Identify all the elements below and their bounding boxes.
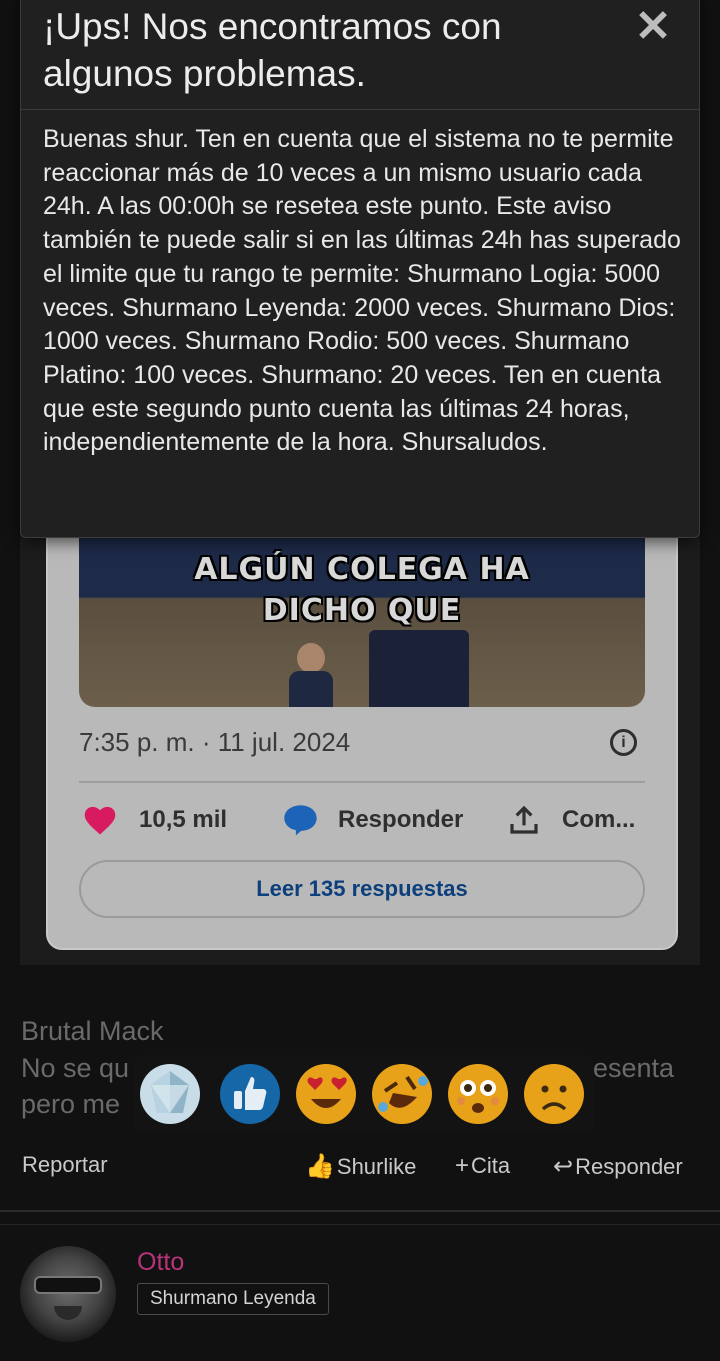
user-rank-badge: Shurmano Leyenda xyxy=(137,1283,329,1315)
dialog-message: Buenas shur. Ten en cuenta que el sistem… xyxy=(43,125,681,457)
plus-icon: + xyxy=(455,1152,470,1179)
quote-label: Cita xyxy=(471,1153,511,1178)
error-dialog: ¡Ups! Nos encontramos con algunos proble… xyxy=(20,0,700,538)
rofl-reaction-icon[interactable] xyxy=(371,1063,433,1125)
info-icon[interactable]: i xyxy=(610,729,637,756)
read-replies-button[interactable]: Leer 135 respuestas xyxy=(79,860,645,918)
tweet-timestamp[interactable]: 7:35 p. m. · 11 jul. 2024 xyxy=(79,727,350,758)
media-podium xyxy=(369,630,469,707)
close-icon[interactable]: ✕ xyxy=(633,3,673,51)
reply-arrow-icon: ↩ xyxy=(553,1153,574,1180)
thumbs-up-icon: 👍 xyxy=(305,1153,335,1180)
dialog-header: ¡Ups! Nos encontramos con algunos proble… xyxy=(21,0,699,110)
diamond-reaction-icon[interactable] xyxy=(139,1063,201,1125)
username[interactable]: Otto xyxy=(137,1248,184,1277)
media-caption-line1: ALGÚN COLEGA HA xyxy=(194,552,530,587)
dialog-title: ¡Ups! Nos encontramos con algunos proble… xyxy=(43,6,502,94)
reply-text-line1-end: esenta xyxy=(593,1053,675,1083)
tweet-share-button[interactable]: Com... xyxy=(562,806,635,834)
quote-button[interactable]: +Cita xyxy=(455,1152,510,1180)
report-button[interactable]: Reportar xyxy=(22,1152,108,1178)
shurlike-button[interactable]: 👍Shurlike xyxy=(305,1152,416,1181)
reply-bubble-icon[interactable] xyxy=(282,803,319,837)
tweet-divider xyxy=(79,781,645,783)
avatar[interactable] xyxy=(20,1246,116,1342)
shurlike-label: Shurlike xyxy=(336,1154,417,1179)
astonished-reaction-icon[interactable] xyxy=(447,1063,509,1125)
media-person xyxy=(289,643,333,707)
tweet-reply-button[interactable]: Responder xyxy=(338,806,463,834)
avatar-mouth xyxy=(54,1306,82,1320)
tweet-video-thumbnail[interactable]: ALGÚN COLEGA HA DICHO QUE xyxy=(79,535,645,707)
reply-author: Brutal Mack xyxy=(21,1016,164,1046)
likes-count: 10,5 mil xyxy=(139,806,228,833)
reaction-picker xyxy=(134,1055,594,1133)
reply-text-line1-start: No se qu xyxy=(21,1053,130,1083)
reply-text-line2: pero me xyxy=(21,1089,121,1119)
share-icon[interactable] xyxy=(508,803,540,837)
reply-label: Responder xyxy=(575,1154,683,1179)
post-divider-secondary xyxy=(0,1224,720,1225)
thumbs-up-reaction-icon[interactable] xyxy=(219,1063,281,1125)
post-divider xyxy=(0,1210,720,1212)
reply-button[interactable]: ↩Responder xyxy=(553,1152,683,1181)
avatar-glasses xyxy=(34,1276,102,1294)
heart-eyes-reaction-icon[interactable] xyxy=(295,1063,357,1125)
heart-icon[interactable] xyxy=(82,804,118,836)
sad-reaction-icon[interactable] xyxy=(523,1063,585,1125)
media-caption-line2: DICHO QUE xyxy=(262,593,462,628)
report-label: Reportar xyxy=(22,1152,108,1177)
